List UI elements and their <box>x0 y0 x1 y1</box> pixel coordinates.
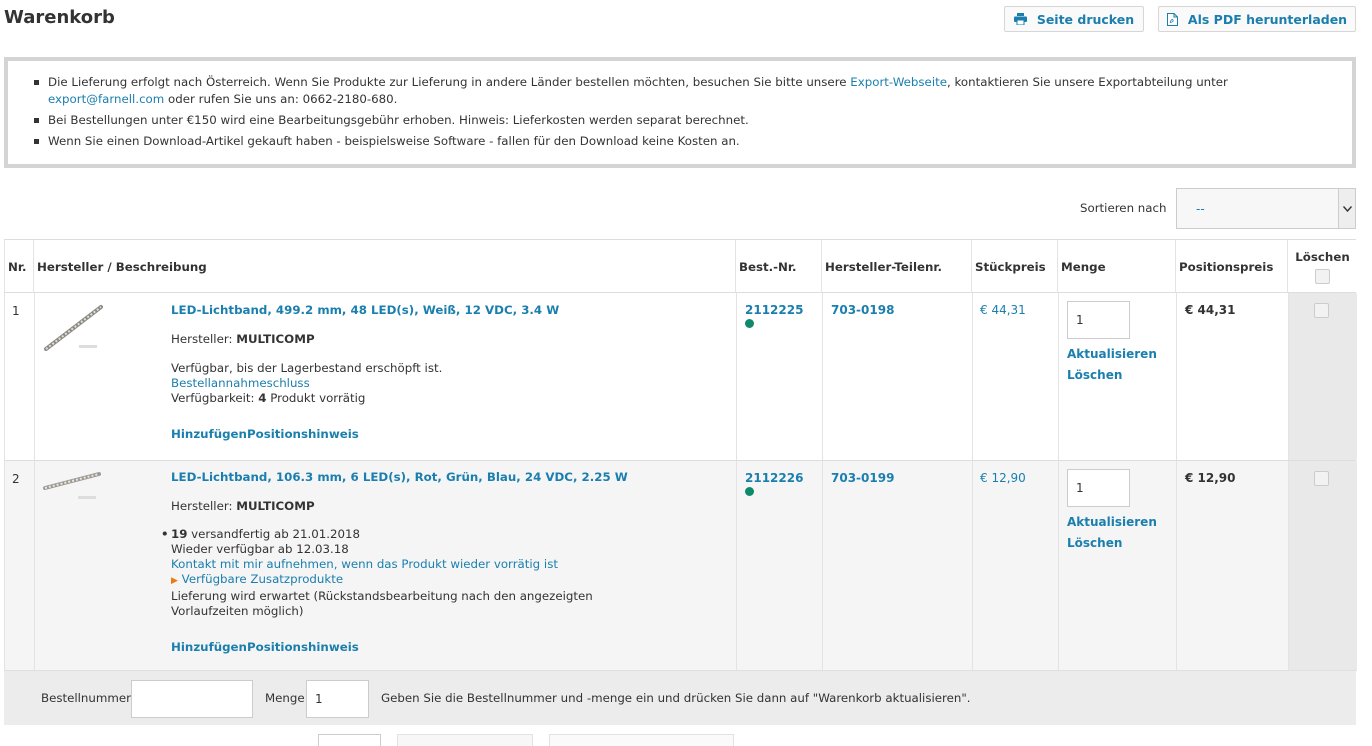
download-pdf-label: Als PDF herunterladen <box>1187 11 1348 27</box>
sort-select[interactable]: -- <box>1176 188 1356 229</box>
notice-text: , kontaktieren Sie unsere Exportabteilun… <box>946 75 1228 89</box>
quick-order-hint: Geben Sie die Bestellnummer und -menge e… <box>381 691 971 705</box>
delete-column <box>1288 293 1357 460</box>
delete-column <box>1288 461 1357 671</box>
notice-text: oder rufen Sie uns an: 0662-2180-680. <box>164 92 398 106</box>
line-price: € 12,90 <box>1185 471 1236 485</box>
ship-text: versandfertig ab 21.01.2018 <box>187 527 361 541</box>
header-order-number: Best.-Nr. <box>736 240 822 293</box>
header-delete-label: Löschen <box>1295 249 1350 264</box>
cart-table: Nr. Hersteller / Beschreibung Best.-Nr. … <box>4 239 1357 671</box>
header-unit-price: Stückpreis <box>972 240 1058 293</box>
select-all-checkbox[interactable] <box>1315 268 1330 284</box>
update-quantity-link[interactable]: Aktualisieren <box>1067 347 1157 361</box>
line-price: € 44,31 <box>1185 303 1236 317</box>
unit-price: € 12,90 <box>980 471 1026 485</box>
manufacturer-line: Hersteller: MULTICOMP <box>171 332 731 347</box>
manufacturer-line: Hersteller: MULTICOMP <box>171 499 731 514</box>
order-number-label: Bestellnummer <box>41 691 131 705</box>
notify-when-in-stock-link[interactable]: Kontakt mit mir aufnehmen, wenn das Prod… <box>171 557 731 572</box>
addon-products-row[interactable]: ▶ Verfügbare Zusatzprodukte <box>171 572 731 589</box>
table-row: 2 LED-Lichtband, 106.3 mm, 6 LED(s), Rot… <box>4 461 1357 671</box>
export-website-link[interactable]: Export-Webseite <box>850 75 947 89</box>
header-manufacturer-part: Hersteller-Teilenr. <box>822 240 972 293</box>
quantity-input[interactable]: 1 <box>1067 301 1130 339</box>
order-number-input[interactable] <box>131 680 253 718</box>
bullet-icon: • <box>161 527 169 541</box>
product-image[interactable] <box>42 468 104 504</box>
ship-count: 19 <box>171 527 188 541</box>
sort-label: Sortieren nach <box>1080 201 1167 215</box>
quantity-label: Menge <box>265 691 305 705</box>
sort-selected-value: -- <box>1196 201 1205 216</box>
quick-order-bar: Bestellnummer Menge 1 Geben Sie die Best… <box>4 670 1356 725</box>
backorder-text-2: Vorlaufzeiten möglich) <box>171 604 304 618</box>
chevron-down-icon[interactable] <box>1338 189 1355 228</box>
order-cutoff-link[interactable]: Bestellannahmeschluss <box>171 376 731 391</box>
remove-item-link[interactable]: Löschen <box>1067 368 1157 382</box>
delete-checkbox[interactable] <box>1314 471 1329 486</box>
manufacturer-part-link[interactable]: 703-0199 <box>831 471 894 485</box>
caret-right-icon: ▶ <box>171 576 178 586</box>
add-line-note-link[interactable]: HinzufügenPositionshinweis <box>171 640 731 655</box>
header-quantity: Menge <box>1058 240 1176 293</box>
update-quantity-link[interactable]: Aktualisieren <box>1067 515 1157 529</box>
bottom-button[interactable] <box>549 734 734 746</box>
header-nr: Nr. <box>5 240 34 293</box>
manufacturer-part-link[interactable]: 703-0198 <box>831 303 894 317</box>
notice-item-export: Die Lieferung erfolgt nach Österreich. W… <box>34 74 1332 108</box>
order-number-link[interactable]: 2112225 <box>745 303 803 317</box>
in-stock-dot-icon <box>745 487 754 496</box>
manufacturer-label: Hersteller: <box>171 499 237 513</box>
row-number: 2 <box>12 472 20 486</box>
ship-line: • 19 versandfertig ab 21.01.2018 <box>161 527 731 542</box>
print-page-label: Seite drucken <box>1036 11 1135 27</box>
table-header-row: Nr. Hersteller / Beschreibung Best.-Nr. … <box>4 240 1356 293</box>
pdf-file-icon <box>1166 12 1178 26</box>
product-title-link[interactable]: LED-Lichtband, 499.2 mm, 48 LED(s), Weiß… <box>171 303 559 317</box>
backorder-text: Lieferung wird erwartet (Rückstandsbearb… <box>171 589 593 603</box>
header-delete: Löschen <box>1288 240 1357 293</box>
quick-order-quantity-input[interactable]: 1 <box>306 680 369 718</box>
unit-price: € 44,31 <box>980 303 1026 317</box>
bottom-input[interactable] <box>318 734 381 746</box>
order-number-link[interactable]: 2112226 <box>745 471 803 485</box>
restock-date: Wieder verfügbar ab 12.03.18 <box>171 542 349 556</box>
in-stock-dot-icon <box>745 319 754 328</box>
availability-text: Verfügbar, bis der Lagerbestand erschöpf… <box>171 361 443 375</box>
header-description: Hersteller / Beschreibung <box>34 240 736 293</box>
delete-checkbox[interactable] <box>1314 303 1329 318</box>
notice-item-fee: Bei Bestellungen unter €150 wird eine Be… <box>34 112 1332 129</box>
notice-text: Die Lieferung erfolgt nach Österreich. W… <box>48 75 851 89</box>
header-line-price: Positionspreis <box>1176 240 1288 293</box>
print-page-button[interactable]: Seite drucken <box>1004 6 1144 32</box>
table-row: 1 LED-Lichtband, 499.2 mm, 48 LED(s), We… <box>4 293 1357 461</box>
download-pdf-button[interactable]: Als PDF herunterladen <box>1158 6 1356 32</box>
printer-icon <box>1013 13 1027 25</box>
manufacturer-label: Hersteller: <box>171 332 237 346</box>
bottom-button[interactable] <box>397 734 533 746</box>
export-email-link[interactable]: export@farnell.com <box>48 92 164 106</box>
page-title: Warenkorb <box>4 7 115 28</box>
manufacturer-name: MULTICOMP <box>236 332 315 346</box>
remove-item-link[interactable]: Löschen <box>1067 536 1157 550</box>
notice-item-download: Wenn Sie einen Download-Artikel gekauft … <box>34 133 1332 150</box>
quantity-input[interactable]: 1 <box>1067 469 1130 507</box>
stock-label: Verfügbarkeit: <box>171 391 259 405</box>
delivery-notice-box: Die Lieferung erfolgt nach Österreich. W… <box>4 57 1356 168</box>
manufacturer-name: MULTICOMP <box>236 499 315 513</box>
product-title-link[interactable]: LED-Lichtband, 106.3 mm, 6 LED(s), Rot, … <box>171 470 628 484</box>
add-line-note-link[interactable]: HinzufügenPositionshinweis <box>171 427 731 442</box>
stock-line: Verfügbarkeit: 4 Produkt vorrätig <box>171 391 731 406</box>
addon-products-link[interactable]: Verfügbare Zusatzprodukte <box>182 572 343 586</box>
row-number: 1 <box>12 304 20 318</box>
stock-suffix: Produkt vorrätig <box>266 391 366 405</box>
product-image[interactable] <box>43 299 105 357</box>
